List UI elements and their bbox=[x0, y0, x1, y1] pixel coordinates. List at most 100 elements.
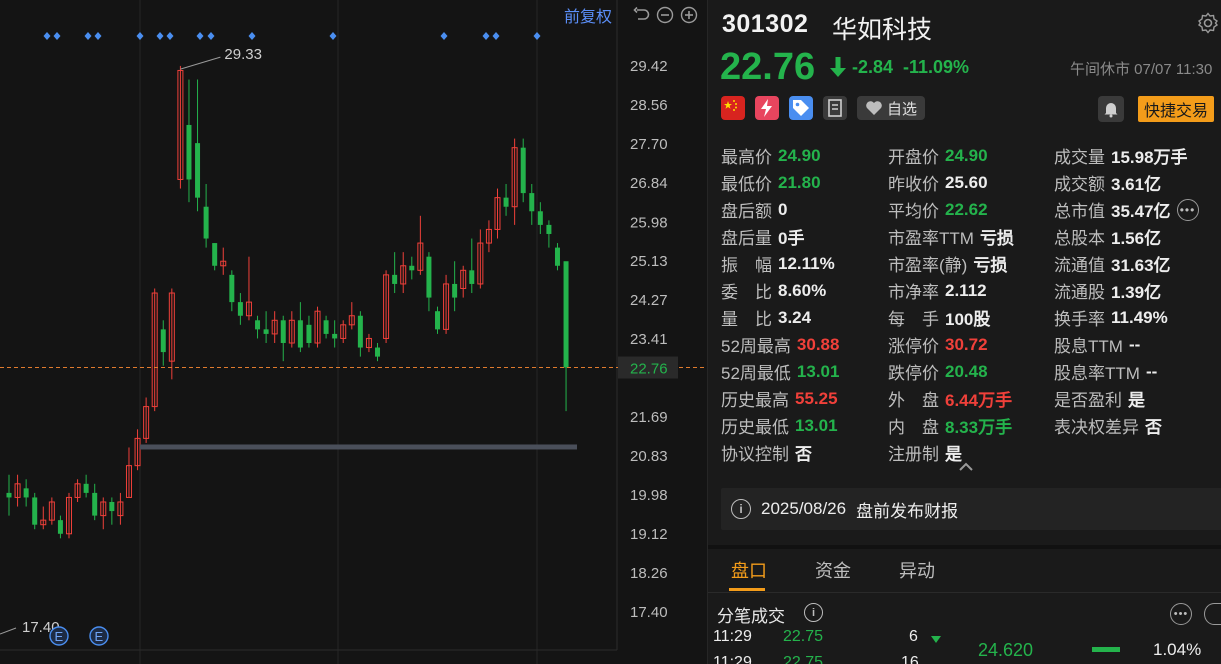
stat-value: -- bbox=[1128, 334, 1141, 354]
trade-price: 22.75 bbox=[783, 628, 824, 645]
stat-col3-row: 表决权差异否 bbox=[1054, 413, 1162, 438]
stat-value: 30.88 bbox=[796, 334, 840, 354]
stat-label: 盘后量 bbox=[721, 229, 772, 248]
chevron-icon[interactable] bbox=[1204, 603, 1221, 625]
zoom-in-icon[interactable] bbox=[680, 6, 698, 24]
stat-col1-row: 52周最低 13.01 bbox=[721, 359, 839, 384]
stat-label: 总市值 bbox=[1054, 202, 1105, 221]
stat-col2-row: 涨停价 30.72 bbox=[888, 332, 988, 357]
stat-value: 30.72 bbox=[945, 334, 988, 354]
stat-label: 市盈率TTM bbox=[888, 229, 974, 248]
support-band bbox=[140, 444, 577, 450]
gear-icon[interactable] bbox=[1197, 12, 1219, 34]
signal-diamond-icon bbox=[440, 32, 448, 40]
candle-body bbox=[520, 147, 526, 194]
kline-chart-panel[interactable]: 29.42 28.56 27.70 26.84 25.98 25.13 24.27 23.41… bbox=[0, 0, 706, 664]
stat-value: 12.11% bbox=[778, 253, 835, 273]
signal-diamond-icon bbox=[136, 32, 144, 40]
candle-body bbox=[306, 324, 312, 343]
candle-body bbox=[160, 329, 166, 353]
info-icon[interactable]: i bbox=[804, 603, 823, 622]
stat-label: 股息率TTM bbox=[1054, 364, 1140, 383]
signal-diamond-icon bbox=[84, 32, 92, 40]
more-icon[interactable]: ••• bbox=[1176, 198, 1199, 221]
kline-chart[interactable]: 29.42 28.56 27.70 26.84 25.98 25.13 24.27 23.41… bbox=[0, 0, 706, 664]
stat-col2-row: 每 手 100股 bbox=[888, 305, 990, 330]
stat-col2-row: 跌停价 20.48 bbox=[888, 359, 988, 384]
y-tick-label: 27.70 bbox=[630, 136, 668, 153]
candle-body bbox=[255, 320, 261, 330]
stat-label: 市盈率(静) bbox=[888, 256, 968, 275]
candle-body bbox=[263, 329, 269, 334]
stat-col1-row: 量 比 3.24 bbox=[721, 305, 811, 330]
stat-value: 31.63亿 bbox=[1111, 256, 1171, 275]
section-divider bbox=[708, 545, 1221, 549]
quick-trade-button[interactable]: 快捷交易 bbox=[1138, 96, 1215, 122]
tab-pankou[interactable]: 盘口 bbox=[731, 557, 767, 583]
more-icon[interactable]: ••• bbox=[1170, 603, 1192, 625]
add-watchlist-button[interactable]: 自选 bbox=[857, 96, 926, 120]
earnings-notice[interactable]: i 2025/08/26 盘前发布财报 bbox=[721, 488, 1221, 530]
stat-value: 否 bbox=[795, 445, 812, 464]
stat-label: 振 幅 bbox=[721, 256, 772, 275]
stat-col1-row: 委 比 8.60% bbox=[721, 278, 826, 303]
candle-body bbox=[83, 483, 89, 493]
candle-body bbox=[229, 274, 235, 303]
news-icon[interactable] bbox=[823, 96, 847, 120]
stat-col3-row: 流通股 1.39亿 bbox=[1054, 278, 1161, 303]
watchlist-label: 自选 bbox=[887, 100, 918, 118]
undo-icon[interactable] bbox=[632, 6, 650, 24]
stat-label: 是否盈利 bbox=[1054, 391, 1122, 410]
signal-diamond-icon bbox=[482, 32, 490, 40]
zoom-out-icon[interactable] bbox=[656, 6, 674, 24]
stat-label: 开盘价 bbox=[888, 148, 939, 167]
tab-funds[interactable]: 资金 bbox=[815, 557, 851, 583]
stat-value: -- bbox=[1145, 361, 1158, 381]
candle-body bbox=[357, 315, 363, 348]
y-tick-label: 17.40 bbox=[630, 604, 668, 621]
last-price: 22.76 bbox=[720, 46, 816, 88]
stat-label: 协议控制 bbox=[721, 445, 789, 464]
price-tag-icon[interactable] bbox=[789, 96, 813, 120]
stat-value: 8.33万手 bbox=[945, 418, 1013, 437]
stat-label: 成交额 bbox=[1054, 175, 1105, 194]
candle-body bbox=[186, 124, 192, 180]
candle-body bbox=[195, 143, 201, 198]
stat-col2-row: 注册制是 bbox=[888, 440, 962, 465]
lightning-icon[interactable] bbox=[755, 96, 779, 120]
chevron-up-icon[interactable] bbox=[956, 460, 976, 474]
level-pct: 1.04% bbox=[1153, 640, 1202, 659]
triangle-down-icon bbox=[931, 631, 941, 649]
y-tick-label: 20.83 bbox=[630, 448, 668, 465]
stat-col2-row: 市盈率(静) 亏损 bbox=[888, 251, 1007, 276]
y-tick-label: 25.13 bbox=[630, 253, 668, 270]
stat-label: 换手率 bbox=[1054, 310, 1105, 329]
stat-label: 52周最高 bbox=[721, 337, 791, 356]
stat-value: 0 bbox=[778, 199, 788, 219]
candle-body bbox=[546, 224, 552, 234]
stat-value: 100股 bbox=[945, 310, 991, 329]
stock-code: 301302 bbox=[722, 10, 809, 38]
candle-body bbox=[529, 193, 535, 212]
bell-icon[interactable] bbox=[1098, 96, 1124, 122]
stat-label: 跌停价 bbox=[888, 364, 939, 383]
quote-panel: 301302 华如科技 22.76 -2.84 -11.09% 午间休市 07/… bbox=[707, 0, 1221, 664]
stat-value: 0手 bbox=[778, 229, 805, 248]
candle-body bbox=[332, 333, 338, 339]
y-tick-label: 28.56 bbox=[630, 97, 668, 114]
stat-col2-row: 开盘价 24.90 bbox=[888, 143, 988, 168]
candle-body bbox=[237, 302, 243, 316]
stat-label: 涨停价 bbox=[888, 337, 939, 356]
price-adjust-button[interactable]: 前复权 bbox=[564, 3, 612, 27]
stat-value: 15.98万手 bbox=[1111, 148, 1188, 167]
stat-label: 注册制 bbox=[888, 445, 939, 464]
tab-anomaly[interactable]: 异动 bbox=[899, 557, 935, 583]
stat-col2-row: 平均价 22.62 bbox=[888, 197, 988, 222]
y-tick-label: 23.41 bbox=[630, 331, 668, 348]
stat-col3-row: 是否盈利是 bbox=[1054, 386, 1145, 411]
stat-value: 6.44万手 bbox=[945, 391, 1013, 410]
trade-time: 11:29 bbox=[713, 654, 752, 664]
low-annotation-leader bbox=[0, 627, 17, 635]
stat-label: 52周最低 bbox=[721, 364, 791, 383]
stat-value: 22.62 bbox=[945, 199, 988, 219]
